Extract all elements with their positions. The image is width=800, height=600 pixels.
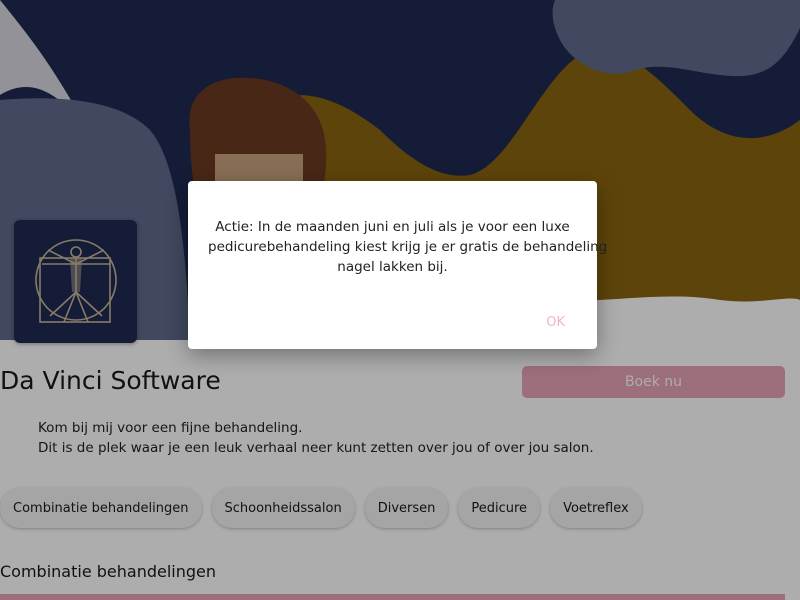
promo-dialog: Actie: In de maanden juni en juli als je…	[188, 181, 608, 349]
dialog-line: Actie: In de maanden juni en juli als je…	[215, 219, 570, 235]
dialog-line: nagel lakken bij.	[337, 259, 448, 275]
ok-button[interactable]: OK	[540, 311, 571, 334]
dialog-line: pedicurebehandeling kiest krijg je er gr…	[208, 239, 608, 255]
dialog-message: Actie: In de maanden juni en juli als je…	[208, 217, 608, 277]
